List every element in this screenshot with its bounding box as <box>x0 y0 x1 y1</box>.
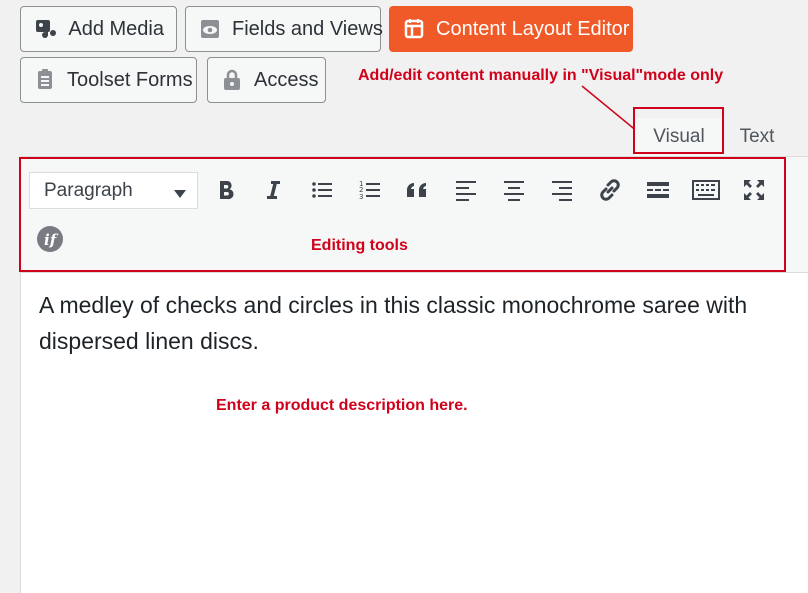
toolset-forms-label: Toolset Forms <box>67 68 193 91</box>
tab-text[interactable]: Text <box>727 118 787 156</box>
forms-icon <box>33 67 57 93</box>
content-layout-editor-label: Content Layout Editor <box>436 17 630 40</box>
add-media-button[interactable]: Add Media <box>20 6 177 52</box>
access-button[interactable]: Access <box>207 57 326 103</box>
access-label: Access <box>254 68 319 91</box>
layout-editor-icon <box>402 16 426 42</box>
toolset-forms-button[interactable]: Toolset Forms <box>20 57 197 103</box>
add-media-label: Add Media <box>68 17 164 40</box>
visual-tab-highlight <box>633 107 724 154</box>
content-layout-editor-button[interactable]: Content Layout Editor <box>389 6 633 52</box>
toolbar-highlight <box>19 157 786 272</box>
views-icon <box>198 16 222 42</box>
fields-and-views-button[interactable]: Fields and Views <box>185 6 383 52</box>
fields-and-views-label: Fields and Views <box>232 17 383 40</box>
media-icon <box>33 16 58 42</box>
visual-mode-annotation: Add/edit content manually in "Visual"mod… <box>358 67 724 84</box>
tab-text-label: Text <box>739 126 775 147</box>
description-hint-annotation: Enter a product description here. <box>216 397 468 414</box>
product-description-text[interactable]: A medley of checks and circles in this c… <box>39 287 799 359</box>
lock-icon <box>220 67 244 93</box>
